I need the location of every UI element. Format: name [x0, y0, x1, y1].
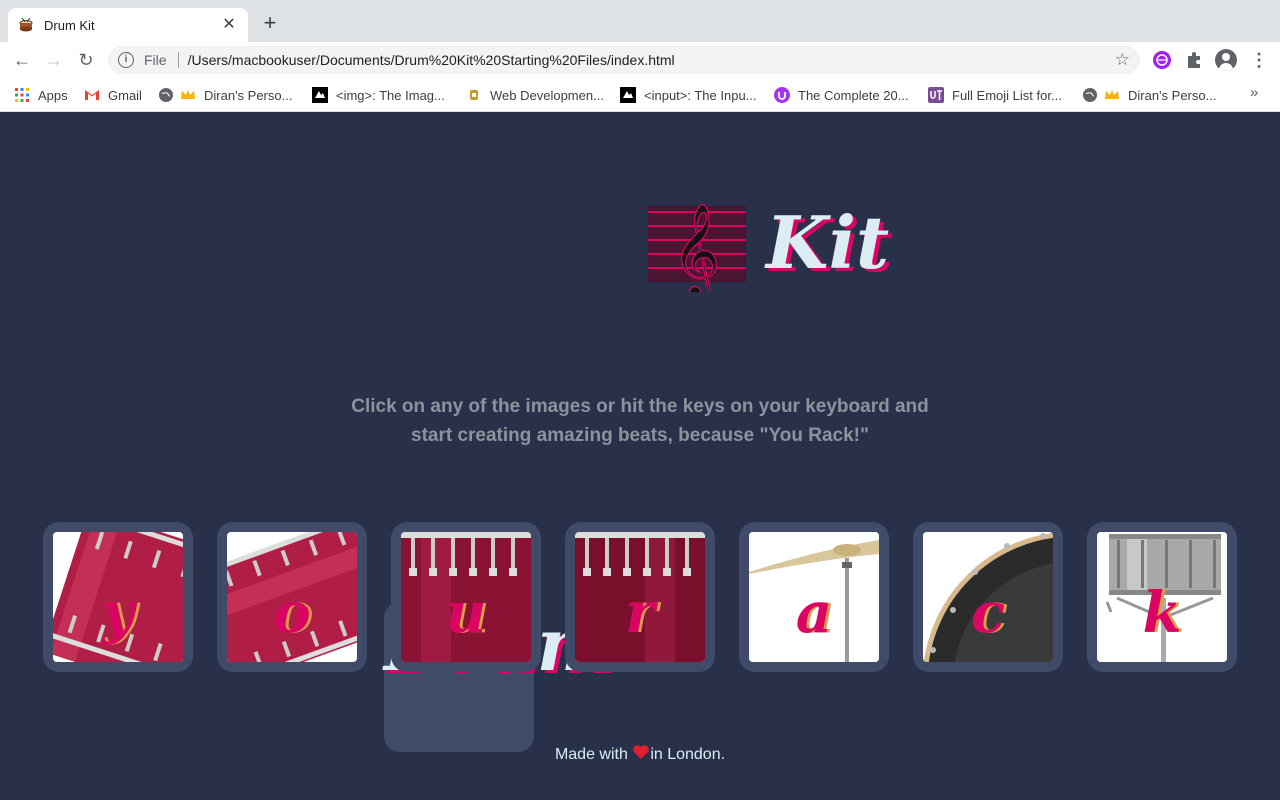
drum-key-letter: k: [1142, 580, 1182, 646]
bookmark-dirans-personal-2[interactable]: Diran's Perso...: [1082, 86, 1216, 104]
extension-globe-icon[interactable]: [1152, 50, 1172, 70]
bookmark-label: Full Emoji List for...: [952, 87, 1062, 103]
forward-arrow-icon[interactable]: →: [42, 48, 66, 72]
browser-toolbar: ← → ↻ i File /Users/macbookuser/Document…: [0, 42, 1280, 78]
bookmark-label: Apps: [38, 87, 68, 103]
drum-button-y[interactable]: y: [43, 522, 193, 672]
bookmark-label: The Complete 20...: [798, 87, 909, 103]
bookmark-label: Gmail: [108, 87, 142, 103]
gmail-icon: [85, 90, 99, 100]
drum-key-letter: r: [625, 580, 655, 646]
bookmark-label: Web Developmen...: [490, 87, 604, 103]
bookmark-input-element[interactable]: <input>: The Inpu...: [620, 86, 757, 104]
globe-icon: [1083, 88, 1097, 102]
drum-button-u[interactable]: u: [391, 522, 541, 672]
drum-favicon-icon: [19, 17, 33, 32]
drum-key-letter: u: [445, 580, 487, 646]
course-icon: [470, 90, 478, 100]
drum-key-letter: y: [101, 580, 135, 646]
bookmark-complete-course[interactable]: The Complete 20...: [774, 86, 909, 104]
more-menu-icon[interactable]: ⋮: [1250, 50, 1268, 70]
apps-grid-icon: [15, 88, 29, 102]
instructions-line-2: start creating amazing beats, because "Y…: [411, 425, 869, 446]
bookmark-full-emoji-list[interactable]: Full Emoji List for...: [928, 86, 1062, 104]
tab-drum-kit[interactable]: Drum Kit ✕: [8, 8, 248, 42]
drum-key-letter: o: [273, 580, 311, 646]
drum-button-k[interactable]: k: [1087, 522, 1237, 672]
udemy-icon: [774, 87, 790, 103]
drum-kit-page: Drum 𝄞 Kit Click on any of the images or…: [0, 112, 1280, 800]
instructions-line-1: Click on any of the images or hit the ke…: [351, 396, 929, 417]
globe-icon: [159, 88, 173, 102]
bookmark-img-element[interactable]: <img>: The Imag...: [312, 86, 445, 104]
musical-score-icon: 𝄞: [648, 202, 746, 292]
drum-key-letter: a: [795, 580, 833, 646]
unicode-icon: [928, 87, 944, 103]
mdn-icon: [312, 87, 328, 103]
footer: Made with in London.: [0, 744, 1280, 764]
info-icon[interactable]: i: [118, 52, 134, 68]
tab-title: Drum Kit: [44, 17, 95, 33]
bookmark-label: Diran's Perso...: [204, 87, 293, 103]
footer-text-after: in London.: [650, 746, 726, 763]
bookmark-dirans-personal[interactable]: Diran's Perso...: [158, 86, 292, 104]
drum-button-o[interactable]: o: [217, 522, 367, 672]
heart-icon: [633, 745, 650, 759]
instructions-text: Click on any of the images or hit the ke…: [290, 392, 990, 450]
bookmark-web-development[interactable]: Web Developmen...: [466, 86, 604, 104]
profile-avatar-icon[interactable]: [1215, 49, 1237, 71]
title-word-kit: Kit: [766, 200, 890, 285]
url-separator: [177, 52, 179, 68]
drum-key-letter: c: [970, 580, 1006, 646]
close-tab-icon[interactable]: ✕: [220, 17, 238, 33]
drum-button-c[interactable]: c: [913, 522, 1063, 672]
tab-strip: Drum Kit ✕ +: [0, 0, 1280, 42]
bookmark-gmail[interactable]: Gmail: [84, 86, 142, 104]
address-bar[interactable]: i File /Users/macbookuser/Documents/Drum…: [108, 46, 1140, 74]
bookmark-star-icon[interactable]: ☆: [1115, 50, 1130, 70]
drum-button-r[interactable]: r: [565, 522, 715, 672]
drum-button-a[interactable]: a: [739, 522, 889, 672]
back-arrow-icon[interactable]: ←: [10, 48, 34, 72]
bookmark-apps[interactable]: Apps: [14, 86, 68, 104]
crown-icon: [181, 90, 195, 99]
bookmark-label: <input>: The Inpu...: [644, 87, 757, 103]
extensions-puzzle-icon[interactable]: [1184, 50, 1204, 70]
bookmarks-overflow-chevron-icon[interactable]: »: [1250, 84, 1258, 101]
bookmarks-bar: Apps Gmail Diran's Perso... <img>: The I…: [0, 78, 1280, 112]
crown-icon: [1105, 90, 1119, 99]
footer-text-before: Made with: [554, 746, 628, 763]
url-scheme-label: File: [144, 52, 167, 68]
mdn-icon: [620, 87, 636, 103]
page-title: Drum 𝄞 Kit: [380, 192, 920, 752]
svg-text:𝄞: 𝄞: [672, 203, 720, 292]
new-tab-plus-icon[interactable]: +: [258, 12, 282, 36]
url-text[interactable]: /Users/macbookuser/Documents/Drum%20Kit%…: [188, 52, 1115, 68]
reload-icon[interactable]: ↻: [74, 48, 98, 72]
bookmark-label: <img>: The Imag...: [336, 87, 445, 103]
bookmark-label: Diran's Perso...: [1128, 87, 1217, 103]
